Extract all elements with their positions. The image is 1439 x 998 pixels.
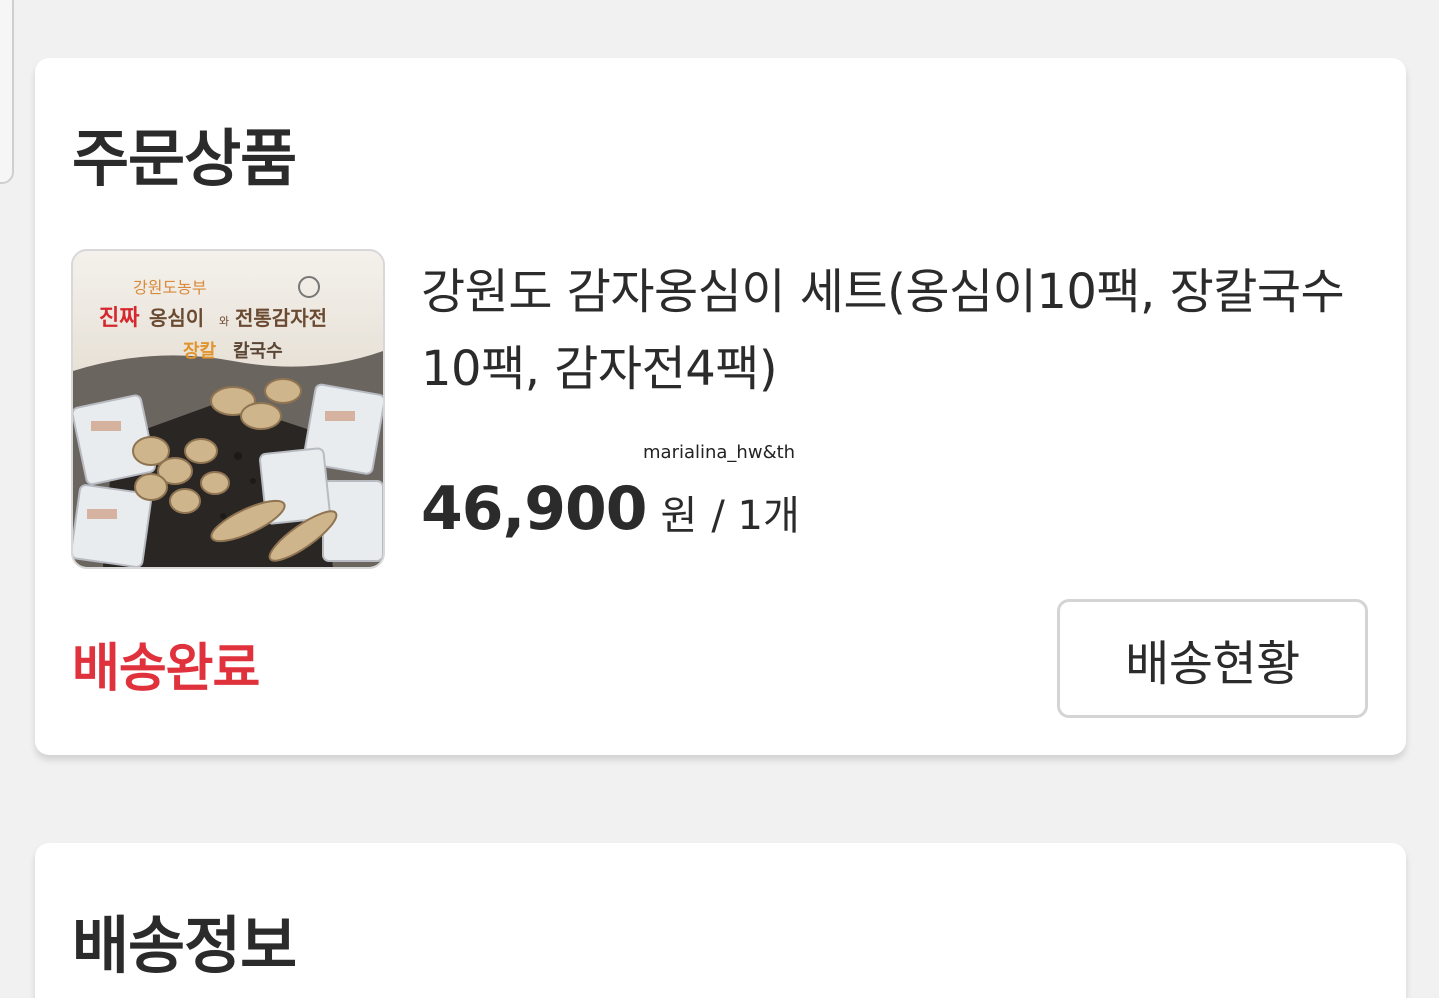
order-product-card: 주문상품 강원도농부 진짜 옹심이 와 전통감자전 장칼 칼국수 강원도 감자옹… — [35, 58, 1406, 755]
delivery-status: 배송완료 — [72, 639, 260, 699]
order-product-title: 주문상품 — [72, 122, 297, 195]
image-headline-1: 옹심이 — [149, 306, 204, 330]
image-headline-red: 진짜 — [99, 305, 140, 331]
product-name[interactable]: 강원도 감자옹심이 세트(옹심이10팩, 장칼국수10팩, 감자전4팩) — [421, 254, 1361, 408]
image-headline-join: 와 — [219, 315, 229, 328]
price-row: 46,900 원 / 1개 — [421, 474, 800, 544]
image-sub-red: 장칼 — [183, 341, 217, 362]
image-brand-text: 강원도농부 — [133, 278, 207, 297]
order-detail-page: 주문상품 강원도농부 진짜 옹심이 와 전통감자전 장칼 칼국수 강원도 감자옹… — [0, 0, 1439, 998]
product-image: 강원도농부 진짜 옹심이 와 전통감자전 장칼 칼국수 — [73, 251, 383, 567]
shipping-info-card: 배송정보 — [35, 843, 1406, 998]
product-thumbnail[interactable]: 강원도농부 진짜 옹심이 와 전통감자전 장칼 칼국수 — [71, 249, 385, 569]
image-headline-2: 전통감자전 — [235, 306, 327, 330]
price-currency: 원 — [660, 493, 698, 539]
delivery-tracking-button[interactable]: 배송현황 — [1057, 599, 1368, 718]
shipping-info-title: 배송정보 — [72, 909, 297, 982]
edge-scroll-artifact — [0, 0, 14, 184]
order-quantity: / 1개 — [711, 493, 800, 539]
image-sub: 칼국수 — [233, 341, 283, 362]
watermark-text: marialina_hw&th — [643, 442, 796, 463]
price-amount: 46,900 — [421, 474, 648, 544]
